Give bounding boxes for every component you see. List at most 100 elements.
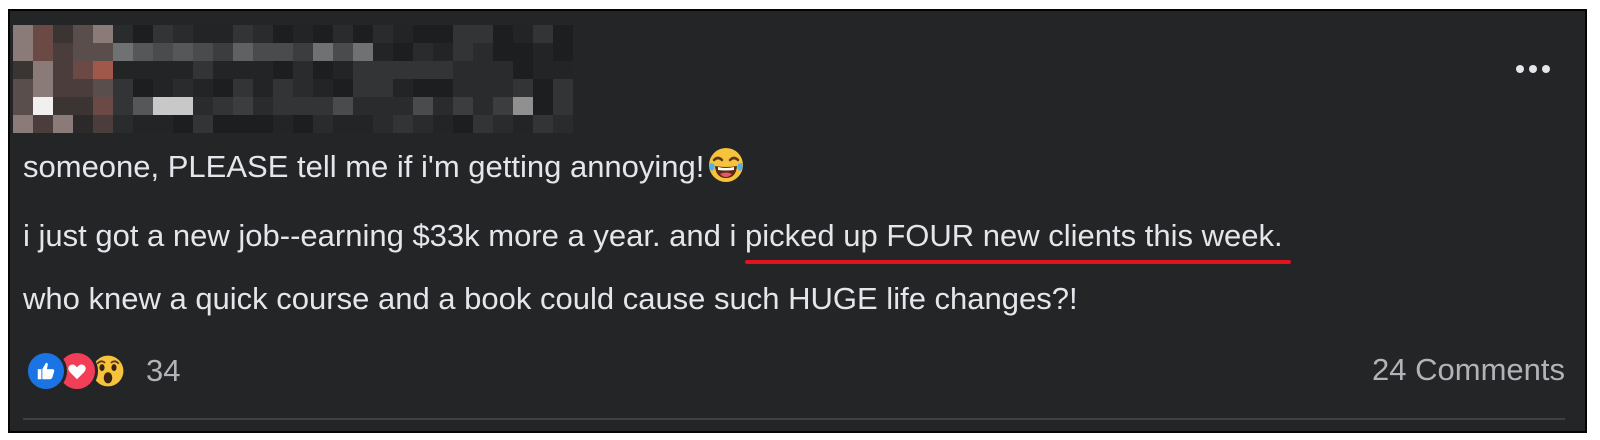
reaction-count[interactable]: 34 xyxy=(146,353,180,389)
blurred-pixel xyxy=(193,97,213,115)
post-line-1-text: someone, PLEASE tell me if i'm getting a… xyxy=(23,149,705,184)
blurred-pixel xyxy=(233,43,253,61)
blurred-pixel xyxy=(13,25,33,43)
blurred-pixel xyxy=(33,43,53,61)
blurred-pixel xyxy=(353,61,373,79)
blurred-pixel xyxy=(93,97,113,115)
blurred-pixel xyxy=(133,79,153,97)
post-line-2: i just got a new job--earning $33k more … xyxy=(23,218,1565,264)
blurred-pixel xyxy=(513,115,533,133)
blurred-pixel xyxy=(413,97,433,115)
blurred-pixel xyxy=(53,61,73,79)
blurred-pixel xyxy=(153,97,173,115)
blurred-pixel xyxy=(233,97,253,115)
divider xyxy=(23,418,1565,420)
blurred-pixel xyxy=(213,25,233,43)
blurred-pixel xyxy=(313,43,333,61)
blurred-pixel xyxy=(273,25,293,43)
blurred-pixel xyxy=(13,43,33,61)
blurred-pixel xyxy=(293,43,313,61)
blurred-pixel xyxy=(133,61,153,79)
blurred-pixel xyxy=(33,97,53,115)
blurred-pixel xyxy=(273,97,293,115)
blurred-pixel xyxy=(353,97,373,115)
blurred-pixel xyxy=(353,25,373,43)
blurred-pixel xyxy=(233,79,253,97)
blurred-pixel xyxy=(273,61,293,79)
blurred-pixel xyxy=(233,115,253,133)
blurred-pixel xyxy=(493,79,513,97)
blurred-pixel xyxy=(473,79,493,97)
blurred-pixel xyxy=(113,25,133,43)
blurred-pixel xyxy=(453,97,473,115)
post-card: someone, PLEASE tell me if i'm getting a… xyxy=(8,9,1587,433)
blurred-pixel xyxy=(453,115,473,133)
blurred-pixel xyxy=(353,115,373,133)
blurred-pixel xyxy=(213,79,233,97)
blurred-pixel xyxy=(553,43,573,61)
blurred-pixel xyxy=(93,115,113,133)
blurred-pixel xyxy=(373,115,393,133)
blurred-pixel xyxy=(433,43,453,61)
blurred-pixel xyxy=(333,25,353,43)
blurred-pixel xyxy=(373,25,393,43)
blurred-pixel xyxy=(413,25,433,43)
more-options-icon xyxy=(1516,65,1524,73)
blurred-pixel xyxy=(113,43,133,61)
post-line-2-text: i just got a new job--earning $33k more … xyxy=(23,218,746,253)
blurred-pixel xyxy=(293,79,313,97)
blurred-pixel xyxy=(133,97,153,115)
comments-count-link[interactable]: 24 Comments xyxy=(1372,352,1565,388)
blurred-pixel xyxy=(73,79,93,97)
blurred-pixel xyxy=(433,115,453,133)
blurred-pixel xyxy=(293,115,313,133)
blurred-pixel xyxy=(333,97,353,115)
blurred-pixel xyxy=(553,97,573,115)
more-options-button[interactable] xyxy=(1509,59,1557,79)
blurred-pixel xyxy=(393,115,413,133)
blurred-pixel xyxy=(273,43,293,61)
laughing-crying-emoji-icon xyxy=(708,147,744,191)
blurred-pixel xyxy=(393,43,413,61)
blurred-pixel xyxy=(553,25,573,43)
reactions-summary[interactable]: 34 xyxy=(25,349,180,393)
blurred-pixel xyxy=(353,79,373,97)
blurred-pixel xyxy=(473,61,493,79)
more-options-dot xyxy=(1542,65,1550,73)
blurred-pixel xyxy=(193,61,213,79)
blurred-pixel xyxy=(293,97,313,115)
blurred-pixel xyxy=(233,25,253,43)
blurred-pixel xyxy=(493,43,513,61)
blurred-pixel xyxy=(513,97,533,115)
blurred-pixel xyxy=(413,43,433,61)
blurred-pixel xyxy=(433,97,453,115)
blurred-pixel xyxy=(173,61,193,79)
blurred-pixel xyxy=(513,79,533,97)
blurred-pixel xyxy=(53,25,73,43)
blurred-pixel xyxy=(393,97,413,115)
blurred-pixel xyxy=(533,97,553,115)
blurred-pixel xyxy=(313,115,333,133)
blurred-pixel xyxy=(173,79,193,97)
blurred-pixel xyxy=(133,115,153,133)
blurred-pixel xyxy=(153,43,173,61)
blurred-pixel xyxy=(253,43,273,61)
blurred-pixel xyxy=(313,61,333,79)
blurred-pixel xyxy=(373,79,393,97)
blurred-pixel xyxy=(213,115,233,133)
blurred-pixel xyxy=(213,43,233,61)
underlined-highlight: picked up FOUR new clients this week. xyxy=(745,218,1291,264)
post-line-3: who knew a quick course and a book could… xyxy=(23,281,1565,317)
blurred-pixel xyxy=(553,115,573,133)
blurred-pixel xyxy=(173,97,193,115)
blurred-pixel xyxy=(13,115,33,133)
blurred-pixel xyxy=(253,25,273,43)
blurred-pixel xyxy=(373,61,393,79)
blurred-pixel xyxy=(33,115,53,133)
blurred-pixel xyxy=(73,25,93,43)
blurred-pixel xyxy=(253,97,273,115)
blurred-pixel xyxy=(93,43,113,61)
blurred-author-header[interactable] xyxy=(13,25,573,137)
blurred-pixel xyxy=(453,25,473,43)
blurred-pixel xyxy=(393,25,413,43)
